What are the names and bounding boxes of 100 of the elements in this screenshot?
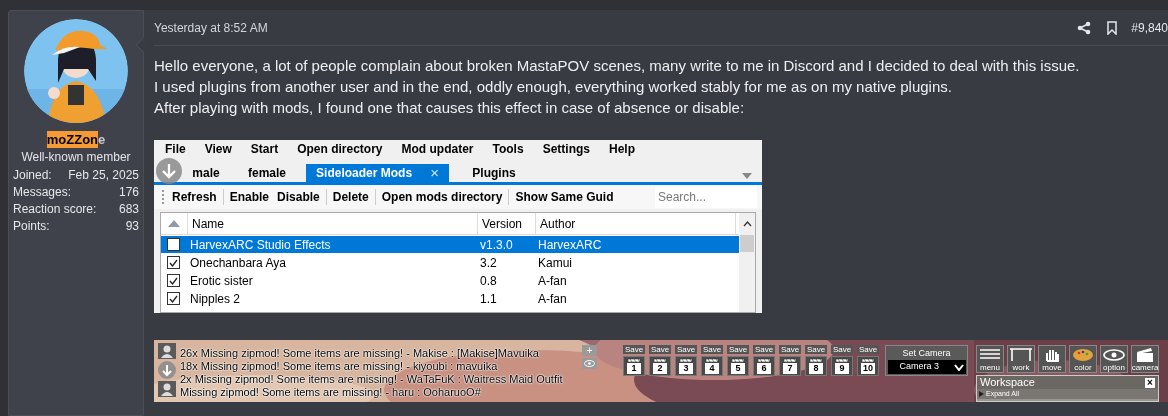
save-button[interactable]: Save	[805, 345, 827, 354]
expand-icon	[979, 391, 984, 397]
save-button[interactable]: Save	[701, 345, 723, 354]
clapper-icon	[861, 358, 875, 363]
table-row[interactable]: HarvexARC Studio Effects v1.3.0 HarvexARC	[161, 236, 739, 253]
table-cell-text: HarvexARC	[537, 236, 603, 254]
tool-label: option	[1103, 363, 1125, 372]
column-header[interactable]: Version	[477, 212, 535, 235]
toolbar-button[interactable]: Enable	[225, 188, 274, 206]
menu-item[interactable]: Settings	[542, 140, 590, 158]
person-icon[interactable]	[158, 343, 176, 359]
stat-value: 683	[118, 201, 139, 218]
camera-value: Camera 3	[899, 360, 939, 374]
person-icon[interactable]	[158, 381, 176, 397]
bookmark-icon[interactable]	[1107, 20, 1118, 35]
table-cell-text: v1.3.0	[479, 236, 514, 254]
close-button[interactable]: ×	[1145, 377, 1155, 388]
load-button[interactable]: 4	[701, 356, 723, 376]
toolbar-button[interactable]: Show Same Guid	[511, 188, 618, 206]
tab[interactable]: Plugins	[449, 164, 539, 182]
tool-button[interactable]: color	[1069, 345, 1097, 373]
tab[interactable]: male	[184, 164, 228, 182]
scrollbar[interactable]	[739, 213, 755, 312]
tool-button[interactable]: option	[1100, 345, 1128, 373]
clapper-icon	[757, 358, 771, 363]
save-button[interactable]: Save	[753, 345, 775, 354]
table-cell-text: A-fan	[537, 290, 568, 308]
checkbox[interactable]	[167, 238, 180, 251]
load-button[interactable]: 7	[779, 356, 801, 376]
checkbox[interactable]	[167, 292, 180, 305]
stat-label: Joined:	[13, 167, 52, 184]
save-button[interactable]: Save	[857, 345, 879, 354]
log-message: 26x Missing zipmod! Some items are missing! - Makise : [Makise]Mavuika	[180, 347, 539, 360]
sort-icon[interactable]	[168, 220, 180, 227]
caret-icon	[953, 363, 964, 371]
tool-label: menu	[980, 363, 1000, 372]
post-text: Hello everyone, a lot of people complain about broken MastaPOV scenes, many write to me in Discord and I decided to deal with this issue.	[154, 56, 1081, 76]
post-text: After playing with mods, I found one that causes this effect in case of absence or disable:	[154, 98, 746, 118]
load-button[interactable]: 8	[805, 356, 827, 376]
table-cell-text: 1.1	[479, 290, 498, 308]
menu-item[interactable]: Open directory	[297, 140, 383, 158]
clapper-icon	[783, 358, 797, 363]
checkbox[interactable]	[167, 274, 180, 287]
save-button[interactable]: Save	[831, 345, 853, 354]
load-button[interactable]: 9	[831, 356, 853, 376]
tool-button[interactable]: menu	[976, 345, 1004, 373]
menu-item[interactable]: File	[165, 140, 186, 158]
search-field[interactable]: Search...	[655, 186, 757, 208]
share-icon[interactable]	[1077, 20, 1092, 35]
camera-dropdown[interactable]: Camera 3	[887, 360, 966, 374]
menu-item[interactable]: Help	[608, 140, 635, 158]
download-icon[interactable]	[158, 361, 176, 379]
table-cell-text: Nipples 2	[189, 290, 242, 308]
save-button[interactable]: Save	[623, 345, 645, 354]
clapper-icon	[679, 358, 693, 363]
column-header[interactable]: Author	[535, 212, 735, 235]
stat-value: Feb 25, 2025	[68, 167, 139, 184]
log-message: 18x Missing zipmod! Some items are missing! - kiyoubi : mavuika	[180, 360, 498, 373]
post-number[interactable]: #9,840	[1131, 18, 1168, 37]
toolbar-button[interactable]: Delete	[328, 188, 373, 206]
table-cell-text: Kamui	[537, 254, 573, 272]
slot-number: 5	[731, 363, 745, 374]
load-button[interactable]: 6	[753, 356, 775, 376]
scroll-thumb[interactable]	[740, 235, 754, 252]
frame-icon	[1007, 347, 1035, 363]
save-button[interactable]: Save	[675, 345, 697, 354]
menu-item[interactable]: Start	[250, 140, 279, 158]
menu-item[interactable]: Mod updater	[401, 140, 474, 158]
table-cell-text: Onechanbara Aya	[189, 254, 287, 272]
load-button[interactable]: 2	[649, 356, 671, 376]
toolbar-button[interactable]: Disable	[273, 188, 324, 206]
tool-button[interactable]: move	[1038, 345, 1066, 373]
toolbar-button[interactable]: Open mods directory	[377, 188, 507, 206]
slot-number: 7	[783, 363, 797, 374]
load-button[interactable]: 3	[675, 356, 697, 376]
toolbar-button[interactable]: Refresh	[168, 188, 221, 206]
menu-item[interactable]: Tools	[492, 140, 524, 158]
column-header[interactable]: Name	[187, 212, 477, 235]
slot-number: 2	[653, 363, 667, 374]
save-button[interactable]: Save	[727, 345, 749, 354]
load-button[interactable]: 5	[727, 356, 749, 376]
checkbox[interactable]	[167, 256, 180, 269]
load-button[interactable]: 1	[623, 356, 645, 376]
scroll-up-icon[interactable]	[742, 221, 752, 227]
close-icon[interactable]: ×	[430, 161, 439, 185]
tool-button[interactable]: camera	[1131, 345, 1159, 373]
load-button[interactable]: 10	[857, 356, 879, 376]
tab[interactable]: female	[228, 164, 306, 182]
tool-button[interactable]: work	[1007, 345, 1035, 373]
save-button[interactable]: Save	[779, 345, 801, 354]
dropdown-icon[interactable]	[742, 173, 752, 179]
download-icon[interactable]	[156, 158, 182, 184]
post-time[interactable]: Yesterday at 8:52 AM	[154, 18, 268, 37]
slot-number: 8	[809, 363, 823, 374]
clapper-icon	[705, 358, 719, 363]
username[interactable]: e	[98, 131, 106, 148]
tab[interactable]: Sideloader Mods ×	[306, 164, 449, 182]
log-message: 2x Missing zipmod! Some items are missing! - WaTaFuK : Waitress Maid Outfit	[180, 373, 563, 386]
menu-item[interactable]: View	[204, 140, 232, 158]
save-button[interactable]: Save	[649, 345, 671, 354]
